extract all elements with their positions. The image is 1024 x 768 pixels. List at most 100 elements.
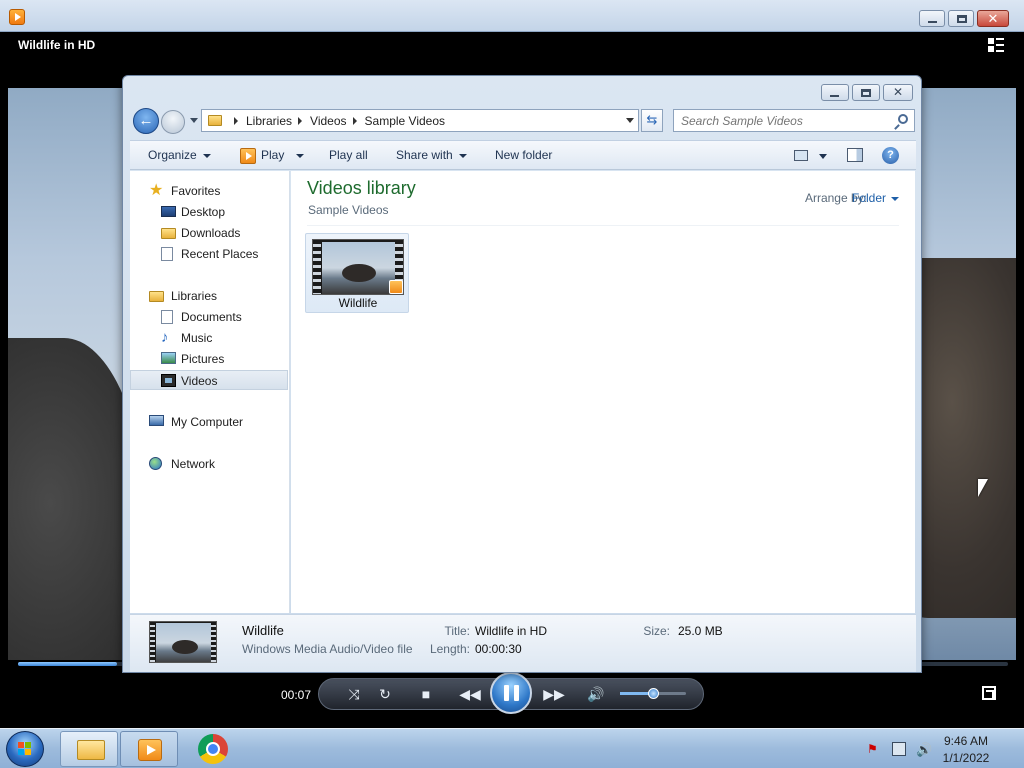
file-name: Wildlife	[338, 296, 378, 310]
media-player-app-icon	[9, 9, 25, 25]
network-tray-icon[interactable]	[892, 742, 906, 756]
taskbar-explorer-button[interactable]	[60, 731, 118, 767]
arrange-by-value: Folder	[851, 191, 886, 205]
details-pane: Wildlife Windows Media Audio/Video file …	[130, 614, 916, 672]
recent-pages-dropdown-icon[interactable]	[190, 118, 198, 123]
pause-icon-bar	[513, 685, 519, 701]
close-button[interactable]: ✕	[977, 10, 1009, 27]
play-button[interactable]: Play	[240, 141, 305, 170]
player-titlebar: ✕	[0, 0, 1024, 32]
arrange-by-dropdown[interactable]: Folder	[852, 191, 899, 205]
refresh-button[interactable]: ⇆	[641, 109, 663, 132]
elapsed-time: 00:07	[281, 688, 312, 702]
chevron-down-icon	[458, 153, 467, 158]
nav-item-music[interactable]: ♪ Music	[130, 328, 288, 348]
previous-icon[interactable]: ◀◀	[455, 679, 485, 709]
explorer-maximize-button[interactable]	[852, 84, 880, 101]
maximize-button[interactable]	[948, 10, 974, 27]
organize-button[interactable]: Organize	[148, 141, 211, 170]
breadcrumb-videos[interactable]: Videos	[310, 114, 346, 128]
change-view-icon[interactable]	[794, 150, 808, 161]
nav-item-label: Pictures	[181, 352, 225, 366]
search-box[interactable]	[673, 109, 915, 132]
pause-button[interactable]	[490, 672, 532, 714]
minimize-icon	[830, 95, 839, 97]
volume-knob[interactable]	[648, 688, 659, 699]
search-icon[interactable]	[898, 114, 908, 124]
details-file-type: Windows Media Audio/Video file	[242, 642, 413, 656]
nav-item-network[interactable]: Network	[130, 454, 288, 474]
chevron-down-icon	[891, 196, 899, 201]
play-all-button[interactable]: Play all	[329, 141, 368, 170]
pictures-icon	[161, 352, 176, 364]
windows-logo-icon	[18, 742, 32, 756]
clock-date[interactable]: 1/1/2022	[936, 751, 996, 765]
play-label: Play	[261, 148, 285, 162]
stop-icon[interactable]: ■	[413, 679, 439, 709]
play-icon	[240, 147, 256, 164]
taskbar-media-player-button[interactable]	[120, 731, 178, 767]
music-note-icon: ♪	[161, 329, 169, 346]
shuffle-icon[interactable]: ⤨	[341, 679, 367, 709]
chrome-icon[interactable]	[198, 734, 228, 764]
close-icon: ✕	[892, 85, 904, 99]
nav-item-desktop[interactable]: Desktop	[130, 202, 288, 222]
address-bar[interactable]: Libraries Videos Sample Videos	[201, 109, 639, 132]
play-all-label: Play all	[329, 148, 368, 162]
nav-item-libraries[interactable]: Libraries	[130, 286, 288, 306]
repeat-icon[interactable]: ↻	[372, 679, 398, 709]
action-center-flag-icon[interactable]: ⚑	[867, 742, 881, 756]
nav-item-label: Libraries	[171, 289, 218, 303]
fullscreen-icon[interactable]	[982, 686, 996, 700]
nav-item-label: Recent Places	[181, 247, 259, 261]
clock-time[interactable]: 9:46 AM	[936, 734, 996, 748]
chevron-right-icon[interactable]	[298, 116, 303, 125]
details-title-value[interactable]: Wildlife in HD	[475, 624, 547, 638]
nav-item-pictures[interactable]: Pictures	[130, 349, 288, 369]
media-title: Wildlife in HD	[18, 38, 96, 52]
new-folder-button[interactable]: New folder	[495, 141, 552, 170]
minimize-button[interactable]	[919, 10, 945, 27]
switch-to-library-icon[interactable]	[988, 38, 1004, 52]
nav-item-videos[interactable]: Videos	[130, 370, 288, 390]
command-bar: Organize Play Play all Share with New fo…	[130, 140, 916, 170]
nav-item-recent-places[interactable]: Recent Places	[130, 244, 288, 264]
close-icon: ✕	[987, 11, 999, 26]
player-caption-buttons: ✕	[916, 10, 1009, 27]
chevron-right-icon[interactable]	[352, 116, 357, 125]
next-icon[interactable]: ▶▶	[539, 679, 569, 709]
chevron-down-icon[interactable]	[296, 153, 305, 158]
file-list-pane: Videos library Sample Videos Arrange by:…	[291, 171, 915, 613]
file-item-wildlife[interactable]: Wildlife	[305, 233, 409, 313]
start-button[interactable]	[6, 731, 44, 767]
breadcrumb-libraries[interactable]: Libraries	[246, 114, 292, 128]
recent-places-icon	[161, 247, 173, 261]
video-thumbnail	[312, 239, 404, 295]
chevron-down-icon[interactable]	[819, 154, 827, 159]
volume-icon[interactable]: 🔊	[583, 679, 609, 709]
share-with-button[interactable]: Share with	[396, 141, 467, 170]
back-button[interactable]: ←	[133, 108, 159, 134]
preview-pane-icon[interactable]	[847, 148, 863, 162]
search-input[interactable]	[674, 110, 884, 131]
libraries-icon	[149, 291, 164, 302]
nav-item-label: Downloads	[181, 226, 241, 240]
volume-slider[interactable]	[620, 688, 686, 699]
nav-item-documents[interactable]: Documents	[130, 307, 288, 327]
details-length-value: 00:00:30	[475, 642, 522, 656]
volume-tray-icon[interactable]: 🔊	[916, 742, 932, 757]
address-history-dropdown-icon[interactable]	[626, 118, 634, 123]
breadcrumb-sample-videos[interactable]: Sample Videos	[365, 114, 446, 128]
explorer-minimize-button[interactable]	[821, 84, 849, 101]
forward-button[interactable]	[161, 110, 185, 134]
explorer-close-button[interactable]: ✕	[883, 84, 913, 101]
nav-item-downloads[interactable]: Downloads	[130, 223, 288, 243]
details-size-value: 25.0 MB	[678, 624, 723, 638]
help-icon[interactable]: ?	[882, 147, 899, 164]
nav-item-my-computer[interactable]: My Computer	[130, 412, 288, 432]
address-row: ← Libraries Videos Sample Videos ⇆	[131, 108, 915, 134]
nav-item-favorites[interactable]: ★ Favorites	[130, 181, 288, 201]
organize-label: Organize	[148, 148, 197, 162]
chevron-right-icon[interactable]	[234, 116, 238, 125]
star-icon: ★	[149, 182, 164, 199]
